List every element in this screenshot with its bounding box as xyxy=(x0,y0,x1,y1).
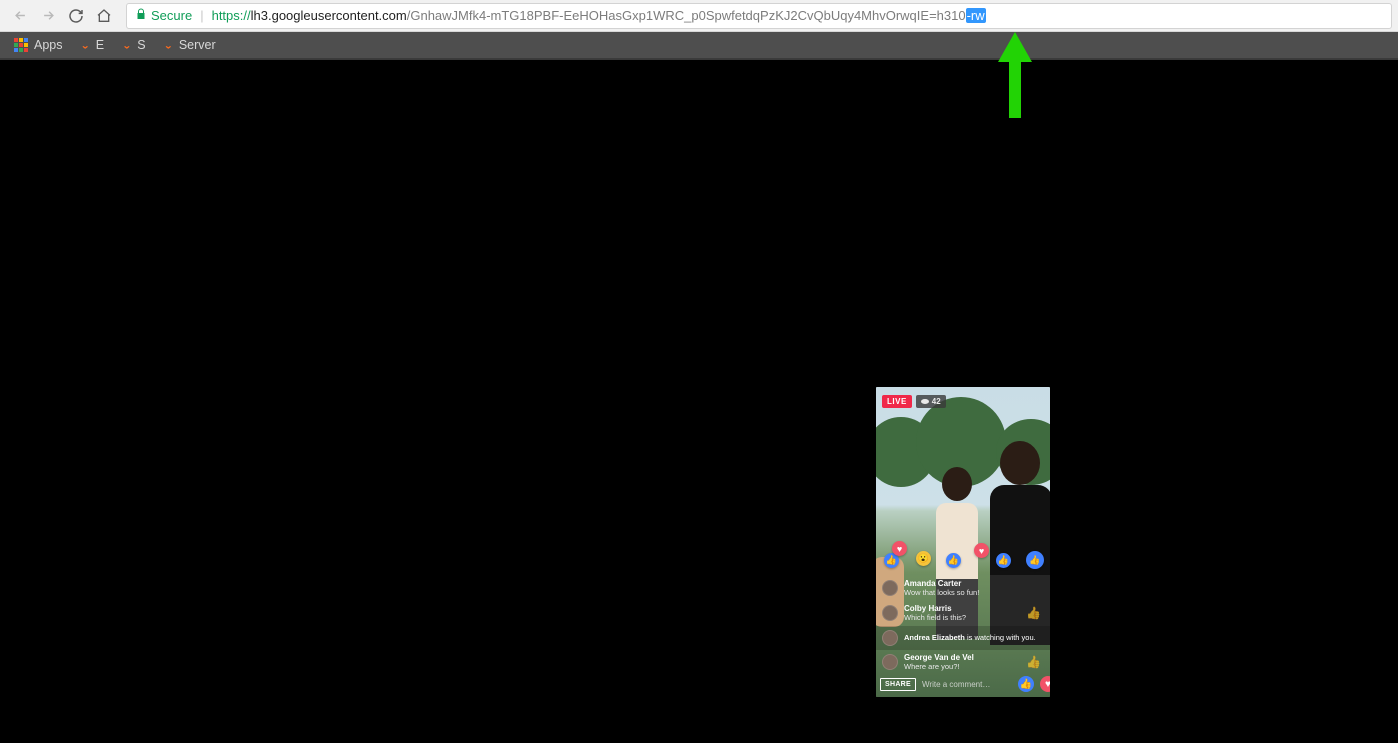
comment-row[interactable]: Amanda Carter Wow that looks so fun! xyxy=(876,576,1050,601)
separator: | xyxy=(200,8,203,23)
compose-bar: SHARE Write a comment… 👍 ♥ xyxy=(876,675,1050,693)
apps-icon xyxy=(14,38,28,52)
like-button[interactable]: 👍 xyxy=(1018,676,1034,692)
back-button[interactable] xyxy=(8,4,32,28)
avatar xyxy=(882,654,898,670)
heart-reaction-icon: ♥ xyxy=(974,543,989,558)
page-viewport: 👍 ♥ 😮 👍 ♥ 👍 👍 LIVE 42 Amanda Carter Wow … xyxy=(0,59,1398,743)
url-selected-fragment: -rw xyxy=(966,8,986,23)
viewer-count-badge: 42 xyxy=(916,395,946,408)
avatar xyxy=(882,605,898,621)
like-reaction-icon: 👍 xyxy=(996,553,1011,568)
home-button[interactable] xyxy=(92,4,116,28)
heart-button[interactable]: ♥ xyxy=(1040,676,1050,692)
bookmark-s[interactable]: ⌄ S xyxy=(114,34,154,56)
comments-list: Amanda Carter Wow that looks so fun! Col… xyxy=(876,576,1050,675)
forward-button[interactable] xyxy=(36,4,60,28)
comment-text: Where are you?! xyxy=(904,663,1020,671)
bookmark-label: E xyxy=(96,38,104,52)
comment-row[interactable]: George Van de Vel Where are you?! 👍 xyxy=(876,650,1050,675)
apps-bookmark[interactable]: Apps xyxy=(6,34,71,56)
like-reaction-icon: 👍 xyxy=(1026,551,1044,569)
comment-input[interactable]: Write a comment… xyxy=(922,680,1012,689)
bookmark-label: Server xyxy=(179,38,216,52)
bookmarks-bar: Apps ⌄ E ⌄ S ⌄ Server xyxy=(0,32,1398,59)
chevron-down-icon: ⌄ xyxy=(122,40,131,50)
avatar xyxy=(882,630,898,646)
chevron-down-icon: ⌄ xyxy=(81,40,90,50)
url-path: /GnhawJMfk4-mTG18PBF-EeHOHasGxp1WRC_p0Sp… xyxy=(407,8,966,23)
viewer-count: 42 xyxy=(932,397,941,406)
wow-reaction-icon: 😮 xyxy=(916,551,931,566)
comment-text: Wow that looks so fun! xyxy=(904,589,1044,597)
bookmark-e[interactable]: ⌄ E xyxy=(73,34,113,56)
comment-text: Which field is this? xyxy=(904,614,1020,622)
live-badge: LIVE xyxy=(882,395,912,408)
comment-row[interactable]: Colby Harris Which field is this? 👍 xyxy=(876,601,1050,626)
secure-label: Secure xyxy=(151,8,192,23)
bookmark-server[interactable]: ⌄ Server xyxy=(156,34,224,56)
chevron-down-icon: ⌄ xyxy=(164,40,173,50)
reload-button[interactable] xyxy=(64,4,88,28)
live-video-card: 👍 ♥ 😮 👍 ♥ 👍 👍 LIVE 42 Amanda Carter Wow … xyxy=(876,387,1050,697)
avatar xyxy=(882,580,898,596)
eye-icon xyxy=(921,399,929,404)
bookmark-label: S xyxy=(137,38,145,52)
apps-label: Apps xyxy=(34,38,63,52)
url-scheme: https:// xyxy=(212,8,251,23)
like-button[interactable]: 👍 xyxy=(1026,655,1044,669)
url-host: lh3.googleusercontent.com xyxy=(251,8,407,23)
system-row: Andrea Elizabeth is watching with you. xyxy=(876,626,1050,650)
browser-toolbar: Secure | https://lh3.googleusercontent.c… xyxy=(0,0,1398,32)
like-reaction-icon: 👍 xyxy=(946,553,961,568)
heart-reaction-icon: ♥ xyxy=(892,541,907,556)
live-badges: LIVE 42 xyxy=(882,395,946,408)
system-message: Andrea Elizabeth is watching with you. xyxy=(904,633,1044,642)
like-button[interactable]: 👍 xyxy=(1026,606,1044,620)
address-bar[interactable]: Secure | https://lh3.googleusercontent.c… xyxy=(126,3,1392,29)
lock-icon xyxy=(135,7,147,24)
share-button[interactable]: SHARE xyxy=(880,678,916,691)
